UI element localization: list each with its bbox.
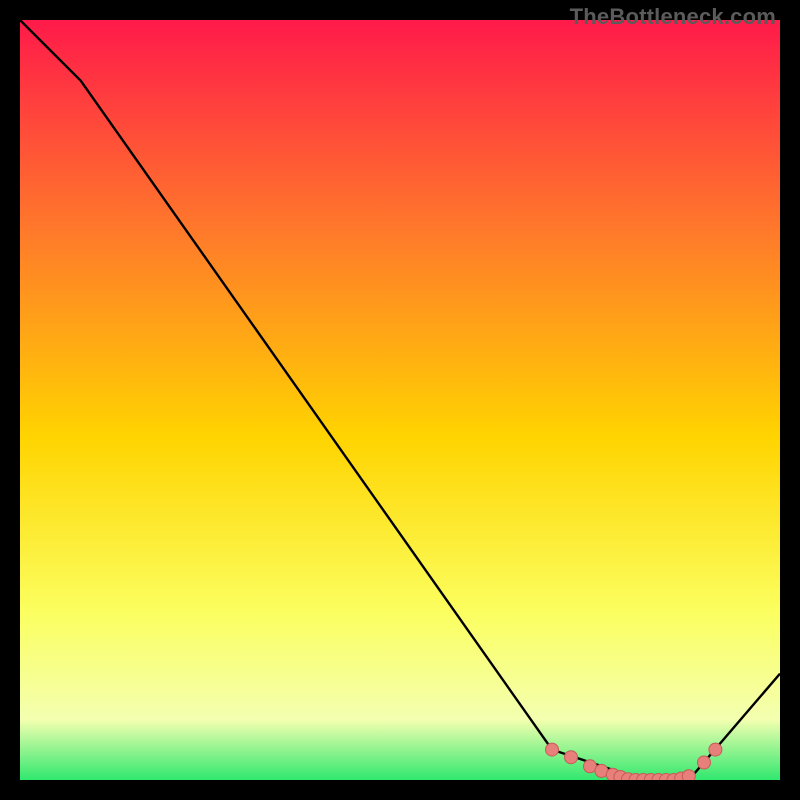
- watermark-label: TheBottleneck.com: [570, 4, 776, 30]
- data-point-marker: [698, 756, 711, 769]
- gradient-background: [20, 20, 780, 780]
- data-point-marker: [682, 770, 695, 780]
- data-point-marker: [546, 743, 559, 756]
- bottleneck-chart: [20, 20, 780, 780]
- data-point-marker: [565, 751, 578, 764]
- data-point-marker: [709, 743, 722, 756]
- chart-frame: [20, 20, 780, 780]
